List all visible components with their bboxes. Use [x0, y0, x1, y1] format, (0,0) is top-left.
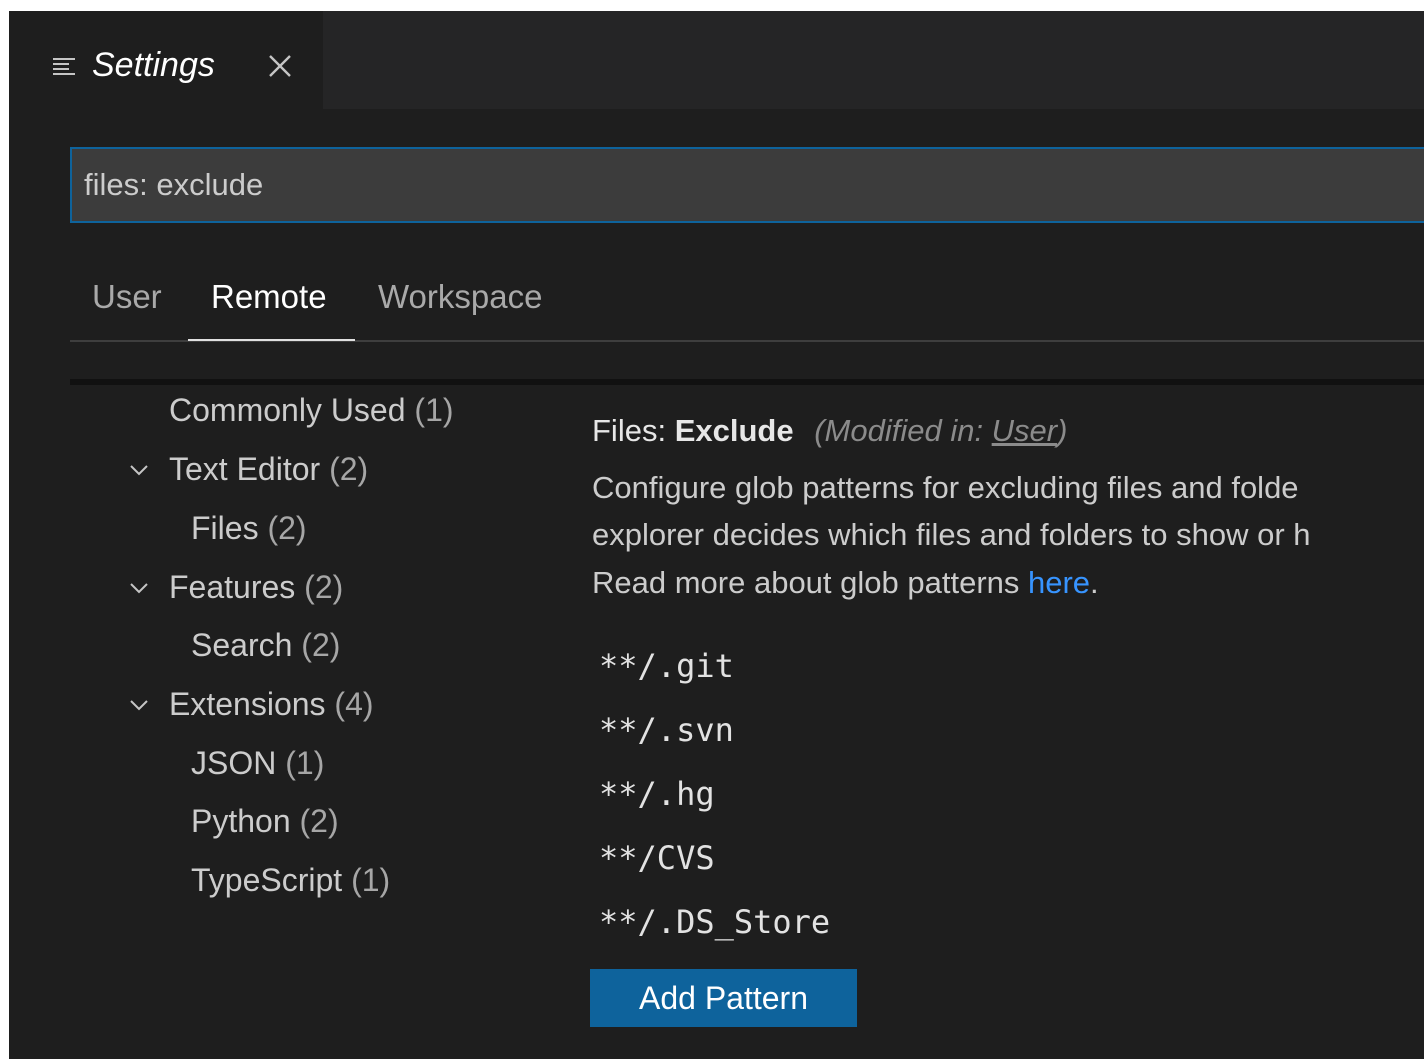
- toc-item-commonly-used[interactable]: Commonly Used (1): [169, 391, 454, 429]
- setting-title: Files: Exclude (Modified in: User): [592, 413, 1068, 448]
- active-scope-indicator: [188, 339, 355, 341]
- chevron-down-icon[interactable]: [129, 581, 149, 595]
- toc-item-typescript[interactable]: TypeScript (1): [191, 861, 390, 899]
- modified-in-user-link[interactable]: User: [992, 413, 1057, 448]
- pattern-item[interactable]: **/.hg: [599, 774, 715, 814]
- toc-item-features[interactable]: Features (2): [169, 568, 343, 606]
- toc-item-python[interactable]: Python (2): [191, 802, 339, 840]
- toc-item-extensions[interactable]: Extensions (4): [169, 685, 374, 723]
- modified-indicator: (Modified in: User): [814, 413, 1068, 448]
- pattern-item[interactable]: **/CVS: [599, 838, 715, 878]
- tab-title: Settings: [92, 46, 215, 84]
- glob-patterns-link[interactable]: here: [1028, 565, 1090, 600]
- pattern-item[interactable]: **/.svn: [599, 710, 734, 750]
- setting-description-line: Configure glob patterns for excluding fi…: [592, 470, 1299, 505]
- setting-description-line: Read more about glob patterns here.: [592, 565, 1099, 600]
- toc-item-files[interactable]: Files (2): [191, 509, 307, 547]
- tab-workspace[interactable]: Workspace: [378, 277, 542, 317]
- chevron-down-icon[interactable]: [129, 463, 149, 477]
- toc-item-search[interactable]: Search (2): [191, 626, 340, 664]
- tab-bar: Settings: [9, 11, 1424, 109]
- header-shadow: [70, 379, 1424, 385]
- chevron-down-icon[interactable]: [129, 698, 149, 712]
- tab-user[interactable]: User: [92, 277, 162, 317]
- toc-item-json[interactable]: JSON (1): [191, 744, 324, 782]
- settings-search-input[interactable]: [70, 147, 1424, 223]
- settings-editor-icon: [53, 58, 75, 75]
- tab-remote[interactable]: Remote: [211, 277, 327, 317]
- settings-editor: Settings User Remote Workspace Commonly …: [9, 11, 1424, 1059]
- pattern-item[interactable]: **/.DS_Store: [599, 902, 830, 942]
- toc-item-text-editor[interactable]: Text Editor (2): [169, 450, 368, 488]
- close-icon[interactable]: [267, 53, 293, 79]
- tab-settings[interactable]: Settings: [9, 11, 323, 109]
- add-pattern-button[interactable]: Add Pattern: [590, 969, 857, 1027]
- pattern-item[interactable]: **/.git: [599, 646, 734, 686]
- setting-description-line: explorer decides which files and folders…: [592, 517, 1311, 552]
